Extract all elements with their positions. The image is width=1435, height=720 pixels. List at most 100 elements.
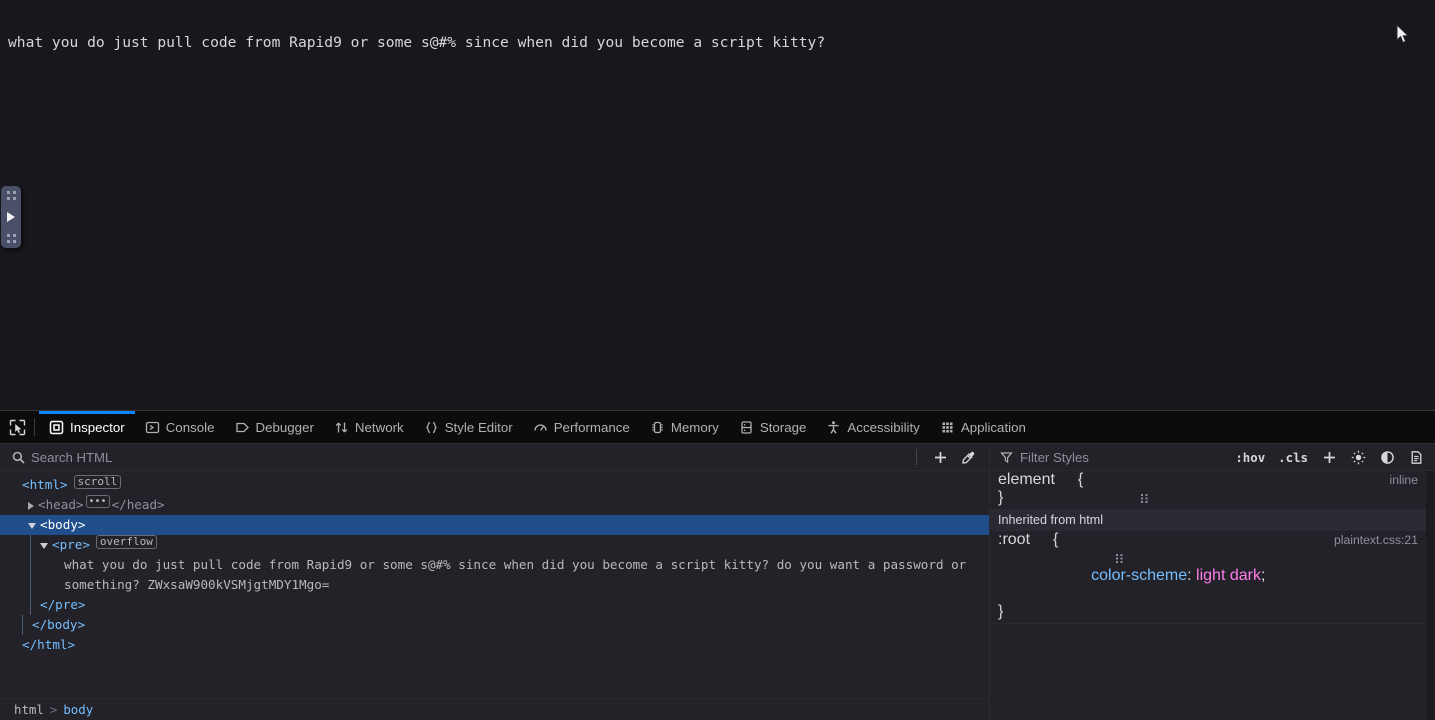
- tab-label: Debugger: [255, 419, 314, 435]
- search-placeholder: Search HTML: [31, 449, 113, 465]
- add-rule-button[interactable]: [1316, 446, 1342, 468]
- tab-label: Inspector: [70, 419, 125, 435]
- collapsed-children-icon[interactable]: •••: [85, 495, 110, 508]
- toolbar-divider: [34, 418, 35, 436]
- node-tag-close: </head>: [111, 497, 165, 512]
- tab-performance[interactable]: Performance: [523, 411, 640, 443]
- page-text-content: what you do just pull code from Rapid9 o…: [8, 34, 826, 51]
- css-selector[interactable]: :root: [998, 531, 1030, 549]
- class-toggle-button[interactable]: .cls: [1273, 449, 1313, 466]
- dom-node-text[interactable]: what you do just pull code from Rapid9 o…: [0, 555, 989, 595]
- tab-label: Accessibility: [847, 419, 920, 435]
- css-open-brace: {: [1053, 531, 1059, 548]
- styles-scrollbar[interactable]: [1426, 471, 1435, 720]
- node-tag: <body>: [40, 517, 86, 532]
- breadcrumb-item-html[interactable]: html: [14, 702, 44, 717]
- eyedropper-icon: [961, 451, 974, 464]
- dom-node-html[interactable]: <html> scroll: [0, 475, 989, 495]
- grip-dots-icon: [6, 191, 16, 200]
- pseudo-class-button[interactable]: :hov: [1230, 449, 1270, 466]
- tab-accessibility[interactable]: Accessibility: [816, 411, 929, 443]
- tab-style-editor[interactable]: Style Editor: [414, 411, 523, 443]
- dom-node-pre[interactable]: <pre> overflow: [0, 535, 989, 555]
- css-rule-element[interactable]: element {inline}: [990, 471, 1426, 510]
- tree-guide-line: [22, 615, 23, 635]
- dom-node-head[interactable]: <head> ••• </head>: [0, 495, 989, 515]
- sun-icon: [1351, 450, 1365, 464]
- tab-application[interactable]: Application: [930, 411, 1036, 443]
- element-picker-icon: [9, 419, 25, 435]
- filter-styles-input[interactable]: Filter Styles: [990, 450, 1230, 465]
- matched-selectors-icon[interactable]: [1036, 532, 1123, 563]
- chevron-down-icon[interactable]: [28, 523, 36, 529]
- plus-icon: [1323, 451, 1335, 463]
- devtools-toolbar: Inspector Console Debugger Network Style…: [0, 411, 1435, 444]
- tree-guide-line: [30, 535, 31, 555]
- node-text-value: what you do just pull code from Rapid9 o…: [64, 557, 974, 592]
- tab-debugger[interactable]: Debugger: [225, 411, 324, 443]
- node-badge-overflow: overflow: [95, 535, 157, 549]
- tab-label: Style Editor: [444, 419, 513, 435]
- markup-toolbar-actions: [908, 446, 989, 468]
- styles-toolbar-actions: :hov .cls: [1230, 446, 1435, 468]
- markup-search-toolbar: Search HTML: [0, 444, 989, 471]
- chevron-down-icon[interactable]: [40, 543, 48, 549]
- element-picker-button[interactable]: [0, 411, 34, 443]
- light-scheme-button[interactable]: [1345, 446, 1371, 468]
- css-semicolon: ;: [1260, 567, 1266, 584]
- css-rule-source[interactable]: plaintext.css:21: [1334, 533, 1418, 547]
- markup-pane: Search HTML <html> scroll <head> ••• </h…: [0, 444, 990, 720]
- css-rule-root[interactable]: :root {plaintext.css:21 color-scheme: l…: [990, 531, 1426, 624]
- styles-pane: Filter Styles :hov .cls element {inline…: [990, 444, 1435, 720]
- accessibility-icon: [826, 420, 841, 435]
- resize-handle[interactable]: [1, 186, 21, 248]
- breadcrumb-item-body[interactable]: body: [63, 702, 93, 717]
- dom-node-html-close[interactable]: </html>: [0, 635, 989, 655]
- tab-label: Memory: [670, 419, 719, 435]
- dom-tree[interactable]: <html> scroll <head> ••• </head> <body> <pr…: [0, 471, 989, 698]
- node-tag: <head>: [38, 497, 84, 512]
- tab-memory[interactable]: Memory: [640, 411, 729, 443]
- add-node-button[interactable]: [927, 446, 953, 468]
- tab-label: Performance: [553, 419, 630, 435]
- dark-scheme-button[interactable]: [1374, 446, 1400, 468]
- matched-selectors-icon[interactable]: [1061, 472, 1148, 503]
- devtools-panel: Inspector Console Debugger Network Style…: [0, 410, 1435, 720]
- tree-guide-line: [30, 595, 31, 615]
- browser-window: what you do just pull code from Rapid9 o…: [0, 0, 1435, 720]
- application-icon: [940, 420, 955, 435]
- css-selector[interactable]: element: [998, 471, 1055, 489]
- plus-icon: [934, 451, 946, 463]
- tab-label: Network: [354, 419, 404, 435]
- styles-toolbar: Filter Styles :hov .cls: [990, 444, 1435, 471]
- search-input[interactable]: Search HTML: [0, 450, 908, 465]
- css-rule-header: element {inline: [998, 471, 1418, 503]
- css-value[interactable]: light dark: [1196, 567, 1261, 584]
- tab-console[interactable]: Console: [135, 411, 225, 443]
- tab-network[interactable]: Network: [324, 411, 414, 443]
- tab-label: Application: [960, 419, 1026, 435]
- print-media-button[interactable]: [1403, 446, 1429, 468]
- css-open-brace: {: [1077, 471, 1084, 488]
- breadcrumb-separator: >: [49, 702, 58, 717]
- memory-icon: [650, 420, 665, 435]
- chevron-right-icon[interactable]: [28, 502, 34, 510]
- tab-storage[interactable]: Storage: [729, 411, 817, 443]
- breadcrumb: html > body: [0, 698, 989, 720]
- css-rule-header: :root {plaintext.css:21: [998, 531, 1418, 563]
- dom-node-pre-close[interactable]: </pre>: [0, 595, 989, 615]
- node-tag-close: </body>: [32, 617, 86, 632]
- dom-node-body[interactable]: <body>: [0, 515, 989, 535]
- node-tag: <pre>: [52, 537, 90, 552]
- console-icon: [145, 420, 160, 435]
- tab-inspector[interactable]: Inspector: [39, 411, 135, 443]
- dom-node-body-close[interactable]: </body>: [0, 615, 989, 635]
- grip-dots-icon: [6, 234, 16, 243]
- node-tag-close: </pre>: [40, 597, 86, 612]
- css-rule-source[interactable]: inline: [1390, 473, 1418, 487]
- eyedropper-button[interactable]: [955, 446, 981, 468]
- tab-label: Console: [165, 419, 215, 435]
- node-badge-scroll: scroll: [73, 475, 122, 489]
- expand-triangle-icon: [7, 212, 15, 222]
- inherited-from-label: Inherited from html: [990, 510, 1426, 531]
